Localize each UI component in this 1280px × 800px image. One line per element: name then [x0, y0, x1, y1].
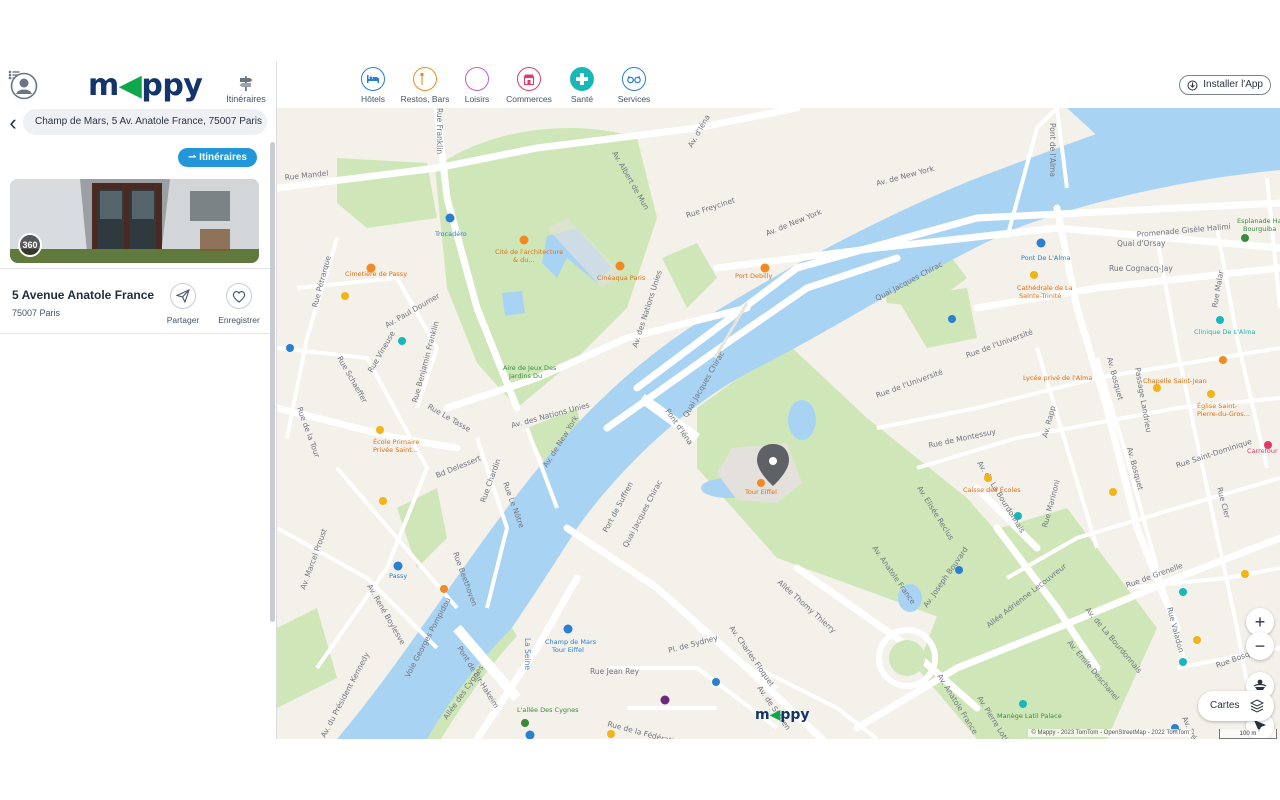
search-row: ‹ Champ de Mars, 5 Av. Anatole France, 7…	[0, 108, 277, 140]
map-canvas[interactable]: Rue Mandel Av. de New York Av. de New Yo…	[277, 108, 1280, 739]
category-label: Restos, Bars	[400, 94, 450, 104]
category-label: Services	[617, 94, 651, 104]
cutlery-icon	[413, 67, 437, 91]
svg-text:Tour Eiffel: Tour Eiffel	[551, 646, 584, 654]
sidebar: m◀ppy Itinéraires ‹ Champ de Mars, 5 Av.…	[0, 62, 277, 739]
place-subtitle: 75007 Paris	[12, 308, 61, 318]
mappy-logo[interactable]: m◀ppy	[88, 68, 203, 103]
category-cutlery[interactable]: Restos, Bars	[397, 67, 453, 104]
user-avatar-icon[interactable]	[10, 72, 38, 100]
svg-text:Champ de Mars: Champ de Mars	[545, 638, 597, 646]
svg-text:Quai d'Orsay: Quai d'Orsay	[1117, 239, 1166, 248]
svg-text:Manège Latil Palace: Manège Latil Palace	[997, 712, 1062, 720]
category-cross[interactable]: Santé	[554, 67, 610, 104]
save-button[interactable]: Enregistrer	[214, 283, 264, 325]
layers-icon	[1250, 699, 1264, 713]
svg-text:Port Debilly: Port Debilly	[735, 272, 772, 280]
svg-text:Rue Franklin: Rue Franklin	[435, 108, 444, 154]
shop-icon	[517, 67, 541, 91]
install-app-label: Installer l'App	[1203, 79, 1263, 90]
svg-text:Sainte-Trinité: Sainte-Trinité	[1019, 292, 1061, 300]
svg-text:Pont De L'Alma: Pont De L'Alma	[1021, 254, 1070, 262]
itineraries-top-label: Itinéraires	[226, 94, 266, 104]
signpost-icon: ⇀	[188, 152, 200, 163]
zoom-out-button[interactable]: −	[1246, 632, 1274, 660]
svg-text:Clinique De L'Alma: Clinique De L'Alma	[1194, 328, 1255, 336]
category-bar: Hôtels Restos, Bars Loisirs Commerces Santé S…	[277, 62, 1280, 108]
install-app-button[interactable]: Installer l'App	[1179, 75, 1271, 95]
category-label: Hôtels	[360, 94, 386, 104]
category-book[interactable]: Loisirs	[449, 67, 505, 104]
svg-text:Pierre-du-Gros...: Pierre-du-Gros...	[1197, 410, 1250, 418]
svg-text:La Seine: La Seine	[523, 638, 532, 670]
itineraries-button[interactable]: ⇀ Itinéraires	[178, 148, 257, 167]
map-base: Rue Mandel Av. de New York Av. de New Yo…	[277, 108, 1280, 739]
svg-text:Tour Eiffel: Tour Eiffel	[744, 488, 777, 496]
svg-text:Lycée privé de l'Alma: Lycée privé de l'Alma	[1023, 374, 1092, 382]
save-circle	[226, 283, 252, 309]
place-photo-image	[10, 179, 259, 263]
map-attribution[interactable]: © Mappy - 2023 TomTom - OpenStreetMap - …	[1028, 729, 1192, 737]
category-label: Commerces	[506, 94, 552, 104]
glasses-icon	[622, 67, 646, 91]
svg-text:Bourguiba: Bourguiba	[1243, 225, 1276, 233]
save-label: Enregistrer	[218, 315, 260, 325]
book-icon	[465, 67, 489, 91]
app-window: m◀ppy Itinéraires ‹ Champ de Mars, 5 Av.…	[0, 62, 1280, 739]
divider	[0, 268, 277, 269]
svg-text:Caisse des Écoles: Caisse des Écoles	[963, 485, 1021, 494]
svg-text:Privée Saint...: Privée Saint...	[373, 446, 418, 454]
svg-text:Rue Jean Rey: Rue Jean Rey	[590, 667, 640, 676]
category-shop[interactable]: Commerces	[501, 67, 557, 104]
share-label: Partager	[166, 315, 200, 325]
place-title: 5 Avenue Anatole France	[12, 288, 155, 302]
sidebar-scrollbar[interactable]	[270, 142, 275, 622]
category-bed[interactable]: Hôtels	[345, 67, 401, 104]
map-scale: 100 m	[1219, 729, 1277, 739]
share-circle	[170, 283, 196, 309]
svg-text:Jardins Du: Jardins Du	[508, 372, 542, 380]
paper-plane-icon	[176, 289, 190, 303]
svg-text:Trocadéro: Trocadéro	[434, 230, 467, 238]
category-glasses[interactable]: Services	[606, 67, 662, 104]
svg-text:Esplanade Habib: Esplanade Habib	[1237, 217, 1280, 225]
svg-text:Cité de l'architecture: Cité de l'architecture	[495, 248, 563, 256]
share-button[interactable]: Partager	[158, 283, 208, 325]
signpost-icon	[239, 76, 253, 91]
bed-icon	[361, 67, 385, 91]
heart-icon	[232, 290, 246, 303]
map-layers-button[interactable]: Cartes	[1198, 691, 1274, 721]
svg-text:Passy: Passy	[389, 572, 407, 580]
svg-text:Cinéaqua Paris: Cinéaqua Paris	[597, 274, 646, 282]
category-label: Santé	[570, 94, 594, 104]
cross-icon	[570, 67, 594, 91]
panorama-360-badge[interactable]: 360	[18, 233, 42, 257]
place-photo[interactable]: 360	[10, 179, 259, 263]
divider	[0, 333, 277, 334]
svg-text:Église Saint-: Église Saint-	[1197, 401, 1238, 410]
back-button[interactable]: ‹	[4, 112, 22, 136]
svg-text:Chapelle Saint-Jean: Chapelle Saint-Jean	[1143, 377, 1207, 385]
svg-text:Carrefour City: Carrefour City	[1247, 447, 1280, 455]
category-label: Loisirs	[464, 94, 490, 104]
svg-text:Cathédrale de La: Cathédrale de La	[1017, 284, 1073, 292]
svg-text:École Primaire: École Primaire	[373, 437, 419, 446]
svg-text:Cimetière de Passy: Cimetière de Passy	[345, 270, 407, 278]
sidebar-header: m◀ppy Itinéraires	[0, 62, 276, 106]
download-app-icon	[1187, 80, 1198, 91]
svg-text:Aire de Jeux Des: Aire de Jeux Des	[503, 364, 557, 372]
svg-text:Pont de l'Alma: Pont de l'Alma	[1048, 123, 1057, 177]
itineraries-button-label: Itinéraires	[199, 152, 247, 163]
svg-text:L'allée Des Cygnes: L'allée Des Cygnes	[517, 706, 579, 714]
map-layers-label: Cartes	[1210, 700, 1240, 711]
search-input[interactable]: Champ de Mars, 5 Av. Anatole France, 750…	[23, 109, 267, 135]
map-mappy-logo: m◀ppy	[755, 707, 810, 723]
svg-text:Rue Cognacq-Jay: Rue Cognacq-Jay	[1109, 264, 1173, 273]
itineraries-top-button[interactable]: Itinéraires	[222, 74, 270, 104]
svg-text:& du...: & du...	[513, 256, 535, 264]
